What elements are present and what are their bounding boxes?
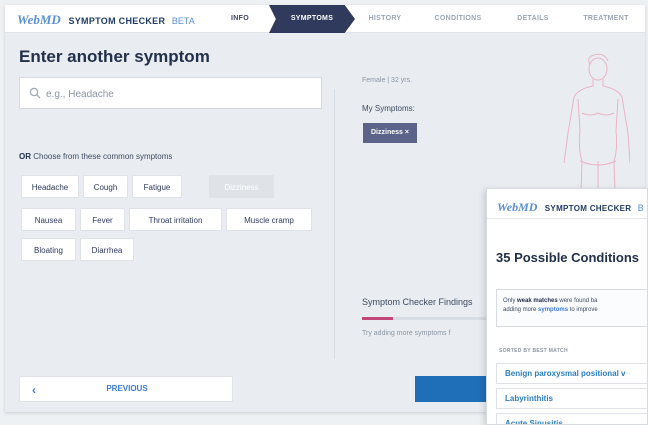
chip-nausea[interactable]: Nausea <box>21 208 76 231</box>
step-symptoms[interactable]: SYMPTOMS <box>269 5 355 33</box>
page-title: Enter another symptom <box>19 47 210 66</box>
chip-diarrhea[interactable]: Diarrhea <box>80 238 134 261</box>
chip-fever[interactable]: Fever <box>80 208 125 231</box>
webmd-logo[interactable]: WebMD SYMPTOM CHECKER BETA <box>17 12 195 28</box>
top-bar: WebMD SYMPTOM CHECKER BETA INFO SYMPTOMS… <box>5 5 645 33</box>
column-divider <box>334 89 335 359</box>
chip-throat-irritation[interactable]: Throat irritation <box>129 208 222 231</box>
conditions-window: WebMD SYMPTOM CHECKER B 35 Possible Cond… <box>486 188 648 425</box>
webmd-logo-2[interactable]: WebMD SYMPTOM CHECKER B <box>497 200 644 215</box>
previous-button[interactable]: ‹ PREVIOUS <box>19 376 233 402</box>
sorted-label: SORTED BY BEST MATCH <box>499 348 568 354</box>
weak-match-notice: Only weak matches were found ba adding m… <box>496 289 647 327</box>
common-symptoms-label: OR Choose from these common symptoms <box>19 152 172 161</box>
patient-info: Female | 32 yrs. <box>362 77 413 84</box>
selected-symptom-chip[interactable]: Dizziness × <box>363 123 417 143</box>
conditions-title: 35 Possible Conditions <box>496 250 640 265</box>
previous-label: PREVIOUS <box>106 384 148 393</box>
conditions-top-bar: WebMD SYMPTOM CHECKER B <box>487 189 647 219</box>
step-history[interactable]: HISTORY <box>357 5 413 33</box>
notice-text-3: adding more <box>503 307 537 313</box>
condition-item[interactable]: Acute Sinusitis <box>496 413 647 424</box>
logo-web: WebMD <box>17 12 61 27</box>
condition-item[interactable]: Benign paroxysmal positional v <box>496 363 647 384</box>
findings-label: Symptom Checker Findings <box>362 297 473 307</box>
continue-button[interactable] <box>415 376 495 402</box>
symptom-search-input[interactable] <box>46 84 316 104</box>
step-info[interactable]: INFO <box>217 5 263 33</box>
choose-text: Choose from these common symptoms <box>33 152 173 161</box>
logo-symptom-checker-2: SYMPTOM CHECKER <box>544 204 632 213</box>
step-treatment[interactable]: TREATMENT <box>571 5 641 33</box>
notice-weak: weak matches <box>517 298 558 304</box>
chip-cough[interactable]: Cough <box>83 175 128 198</box>
step-nav: INFO SYMPTOMS HISTORY CONDITIONS DETAILS… <box>217 5 645 33</box>
notice-text-1: Only <box>503 298 516 304</box>
notice-text-4: to improve <box>569 307 598 313</box>
chip-muscle-cramp[interactable]: Muscle cramp <box>226 208 312 231</box>
chip-fatigue[interactable]: Fatigue <box>132 175 182 198</box>
step-conditions[interactable]: CONDITIONS <box>424 5 492 33</box>
screenshot-stage: WebMD SYMPTOM CHECKER BETA INFO SYMPTOMS… <box>0 0 648 425</box>
my-symptoms-label: My Symptoms: <box>362 104 415 113</box>
step-details[interactable]: DETAILS <box>505 5 561 33</box>
chip-headache[interactable]: Headache <box>21 175 79 198</box>
symptom-search-box[interactable] <box>19 77 322 109</box>
or-label: OR <box>19 152 31 161</box>
search-icon <box>29 87 41 99</box>
notice-text-2: were found ba <box>559 298 598 304</box>
logo-beta-2: B <box>637 203 644 213</box>
chip-dizziness[interactable]: Dizziness <box>209 175 274 198</box>
findings-progress-bar <box>362 317 486 320</box>
chip-bloating[interactable]: Bloating <box>21 238 76 261</box>
notice-symptoms-link[interactable]: symptoms <box>538 307 568 313</box>
try-adding-text: Try adding more symptoms f <box>362 330 451 337</box>
logo-symptom-checker: SYMPTOM CHECKER <box>68 16 166 26</box>
logo-beta: BETA <box>171 16 195 26</box>
logo-web-2: WebMD <box>497 200 538 214</box>
condition-item[interactable]: Labyrinthitis <box>496 388 647 409</box>
findings-progress-fill <box>362 317 393 320</box>
